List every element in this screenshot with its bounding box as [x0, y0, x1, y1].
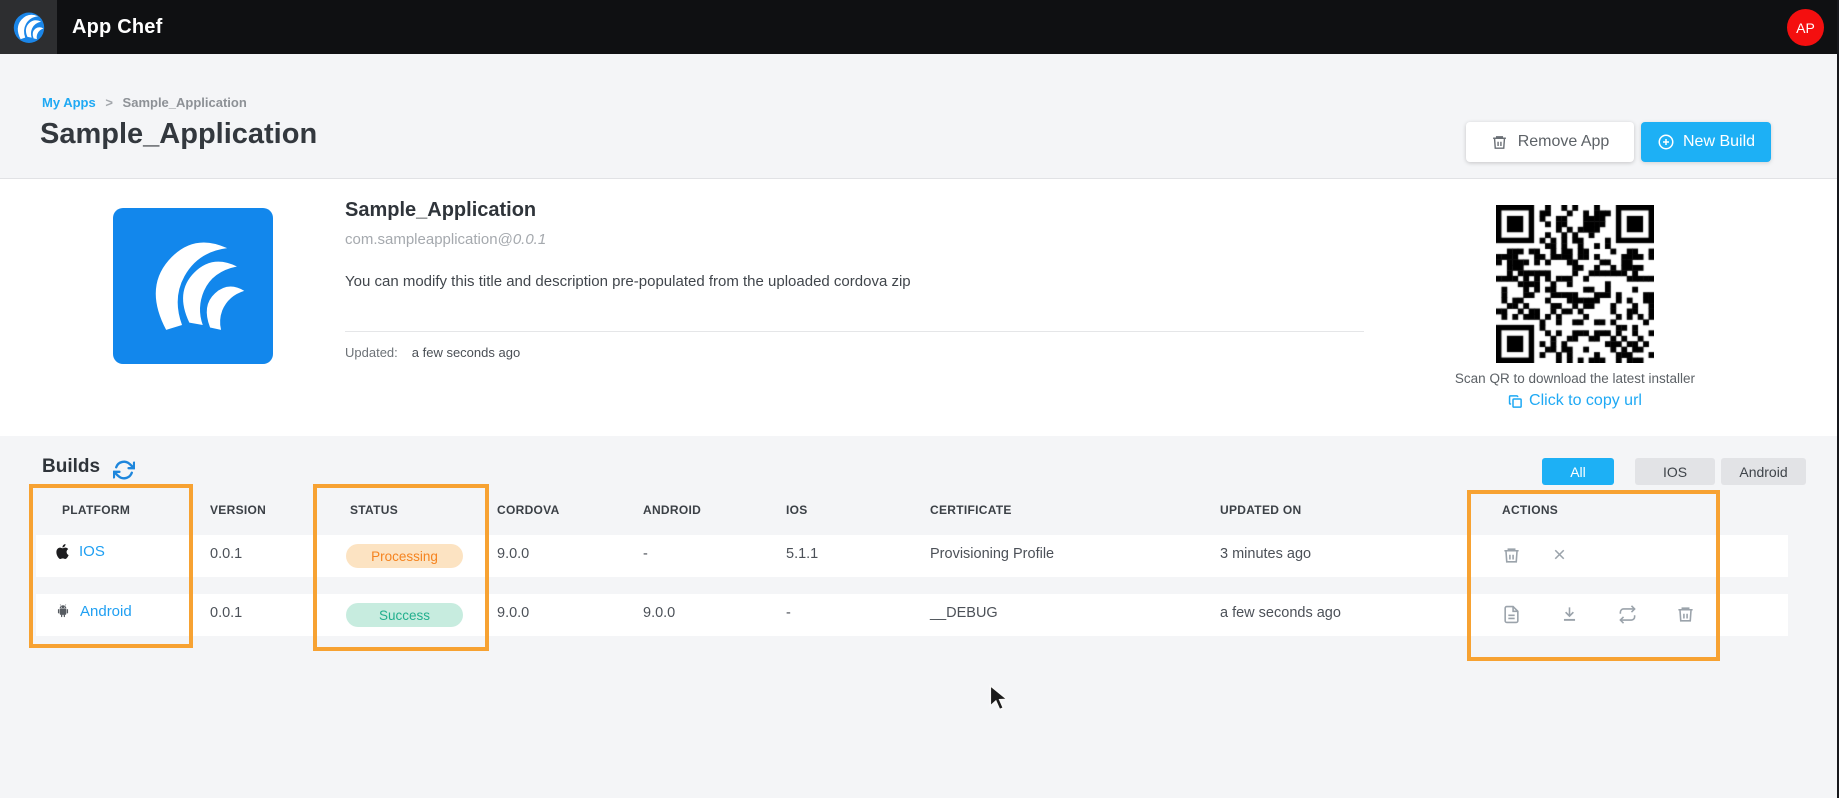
trash-icon — [1491, 134, 1508, 151]
android-version-cell: 9.0.0 — [643, 605, 675, 621]
app-description: You can modify this title and descriptio… — [345, 273, 911, 290]
certificate-cell: __DEBUG — [930, 605, 998, 621]
column-header-actions: ACTIONS — [1502, 503, 1558, 517]
remove-app-button[interactable]: Remove App — [1466, 122, 1634, 162]
app-card: Sample_Application com.sampleapplication… — [0, 179, 1839, 436]
version-cell: 0.0.1 — [210, 605, 242, 621]
bundle-id-text: com.sampleapplication@ — [345, 231, 513, 248]
breadcrumb: My Apps > Sample_Application — [42, 95, 247, 110]
new-build-button[interactable]: New Build — [1641, 122, 1771, 162]
copy-url-label: Click to copy url — [1529, 392, 1642, 410]
cordova-cell: 9.0.0 — [497, 546, 529, 562]
android-icon — [55, 602, 71, 620]
topbar: App Chef AP — [0, 0, 1839, 54]
version-cell: 0.0.1 — [210, 546, 242, 562]
updated-on-cell: a few seconds ago — [1220, 605, 1341, 621]
wave-logo-icon — [10, 8, 48, 46]
platform-link-ios[interactable]: IOS — [79, 543, 105, 560]
breadcrumb-separator: > — [105, 95, 113, 110]
updated-row: Updated: a few seconds ago — [345, 345, 520, 360]
app-chef-page: App Chef AP My Apps > Sample_Application… — [0, 0, 1839, 798]
copy-icon — [1508, 394, 1523, 409]
column-header-platform: PLATFORM — [62, 503, 130, 517]
user-avatar[interactable]: AP — [1787, 9, 1824, 46]
bundle-version: 0.0.1 — [513, 231, 546, 248]
filter-ios-button[interactable]: IOS — [1635, 458, 1715, 485]
ios-version-cell: - — [786, 605, 791, 621]
platform-cell-ios: IOS — [55, 543, 105, 560]
builds-title: Builds — [42, 456, 100, 478]
trash-icon[interactable] — [1676, 605, 1696, 625]
apple-icon — [55, 543, 70, 560]
cordova-cell: 9.0.0 — [497, 605, 529, 621]
download-icon[interactable] — [1560, 605, 1580, 625]
breadcrumb-my-apps[interactable]: My Apps — [42, 95, 96, 110]
certificate-cell: Provisioning Profile — [930, 546, 1054, 562]
column-header-certificate: CERTIFICATE — [930, 503, 1012, 517]
updated-label: Updated: — [345, 345, 398, 360]
card-divider — [345, 331, 1364, 332]
column-header-android: ANDROID — [643, 503, 701, 517]
column-header-version: VERSION — [210, 503, 266, 517]
wave-logo-icon — [132, 225, 254, 347]
app-title: App Chef — [72, 16, 162, 39]
status-badge-processing: Processing — [346, 544, 463, 568]
mouse-cursor — [988, 684, 1012, 711]
page-title: Sample_Application — [40, 118, 317, 151]
copy-url-link[interactable]: Click to copy url — [1508, 392, 1642, 410]
column-header-cordova: CORDOVA — [497, 503, 560, 517]
column-header-ios: IOS — [786, 503, 808, 517]
qr-block: Scan QR to download the latest installer… — [1430, 205, 1720, 414]
table-row — [36, 594, 1788, 636]
app-chef-logo[interactable] — [0, 0, 57, 54]
column-header-status: STATUS — [350, 503, 398, 517]
remove-app-label: Remove App — [1518, 133, 1610, 151]
cancel-icon[interactable] — [1551, 546, 1571, 566]
column-header-updated-on: UPDATED ON — [1220, 503, 1301, 517]
platform-link-android[interactable]: Android — [80, 603, 132, 620]
refresh-icon[interactable] — [113, 459, 135, 481]
platform-cell-android: Android — [55, 602, 132, 620]
plus-circle-icon — [1657, 133, 1675, 151]
rebuild-icon[interactable] — [1618, 605, 1638, 625]
qr-code — [1496, 205, 1654, 363]
updated-value: a few seconds ago — [412, 345, 520, 360]
breadcrumb-current: Sample_Application — [123, 95, 247, 110]
table-row — [36, 535, 1788, 577]
filter-android-button[interactable]: Android — [1721, 458, 1806, 485]
filter-all-button[interactable]: All — [1542, 458, 1614, 485]
app-icon — [113, 208, 273, 364]
updated-on-cell: 3 minutes ago — [1220, 546, 1311, 562]
app-bundle-id: com.sampleapplication@0.0.1 — [345, 231, 546, 248]
app-card-title: Sample_Application — [345, 199, 536, 222]
qr-caption: Scan QR to download the latest installer — [1430, 371, 1720, 386]
status-badge-success: Success — [346, 603, 463, 627]
new-build-label: New Build — [1683, 133, 1755, 151]
log-icon[interactable] — [1502, 605, 1522, 625]
android-version-cell: - — [643, 546, 648, 562]
ios-version-cell: 5.1.1 — [786, 546, 818, 562]
trash-icon[interactable] — [1502, 546, 1522, 566]
